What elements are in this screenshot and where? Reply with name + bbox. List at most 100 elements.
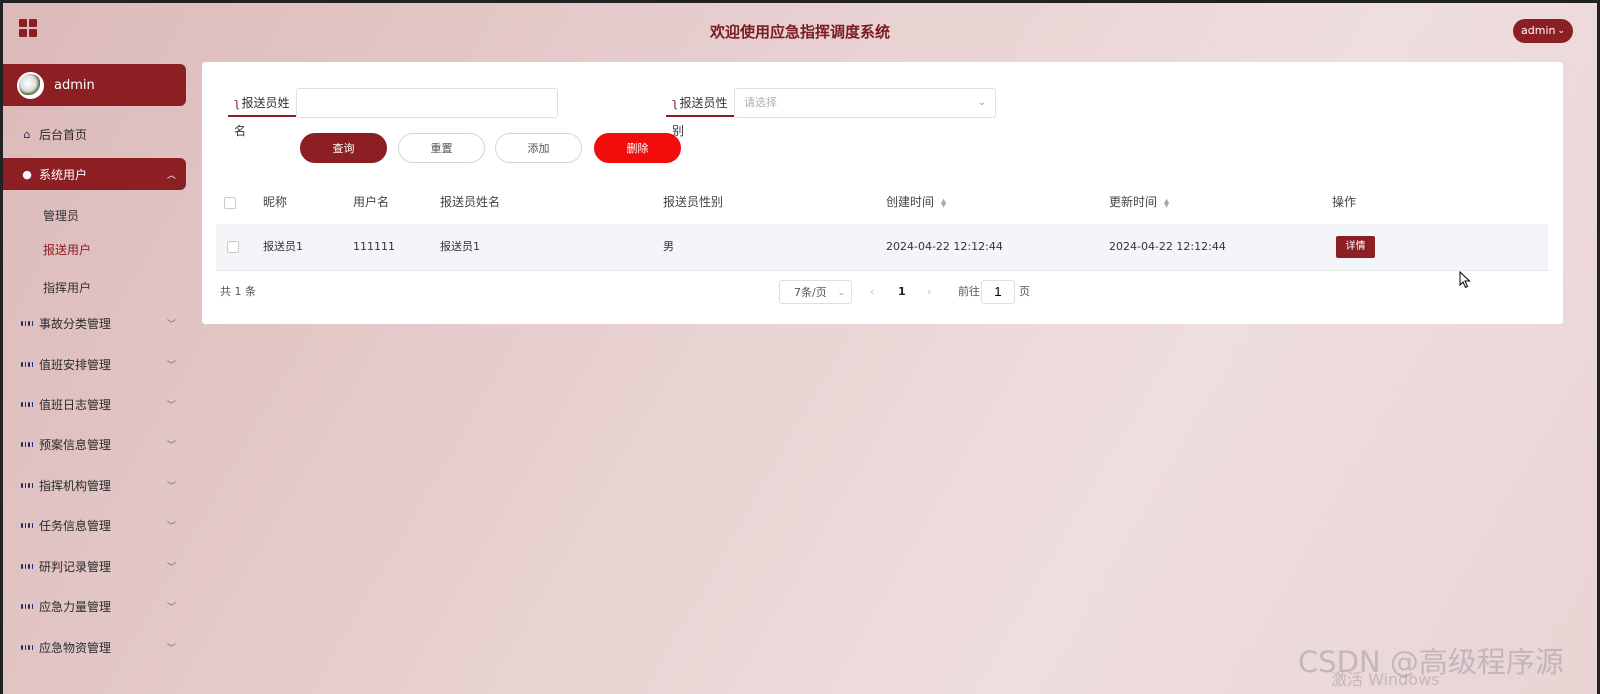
pagination: 共 1 条 7条/页 ⌄ ‹ 1 › 前往 页 xyxy=(216,280,1548,310)
profile-name: admin xyxy=(54,77,95,93)
goto-prefix: 前往 xyxy=(958,285,980,298)
next-page-icon[interactable]: › xyxy=(927,280,931,304)
label-text: 报送员性别 xyxy=(672,96,728,138)
detail-button[interactable]: 详情 xyxy=(1336,236,1375,258)
home-icon: ⌂ xyxy=(23,127,31,141)
page-size-select[interactable]: 7条/页 ⌄ xyxy=(779,280,852,304)
chevron-down-icon: ⌄ xyxy=(837,288,845,298)
chevron-up-icon: ︿ xyxy=(166,170,176,181)
user-icon: ● xyxy=(22,167,32,181)
grid-icon xyxy=(21,438,33,450)
chevron-down-icon: ﹀ xyxy=(166,562,176,573)
pen-icon: ʅ xyxy=(234,96,240,110)
sidebar-profile[interactable]: admin xyxy=(3,64,186,106)
table-row[interactable]: 报送员1 111111 报送员1 男 2024-04-22 12:12:44 2… xyxy=(216,224,1548,271)
row-checkbox[interactable] xyxy=(227,241,239,253)
column-header: 报送员姓名 xyxy=(440,195,501,209)
cell-nickname: 报送员1 xyxy=(263,240,303,253)
sidebar-item-emergency-supplies[interactable]: 应急物资管理 ﹀ xyxy=(3,631,186,663)
sidebar-item-duty-schedule[interactable]: 值班安排管理 ﹀ xyxy=(3,348,186,380)
sort-icon[interactable]: ▲ ▼ xyxy=(941,197,946,208)
sidebar-item-label: 应急物资管理 xyxy=(39,640,112,655)
sidebar: admin ⌂ 后台首页 ● 系统用户 ︿ 管理员 报送用户 指挥用户 事故分类… xyxy=(3,63,186,694)
chevron-down-icon: ﹀ xyxy=(166,481,176,492)
name-filter-label: ʅ 报送员姓名 xyxy=(228,89,296,138)
add-button[interactable]: 添加 xyxy=(495,133,582,163)
sidebar-subitem-commander[interactable]: 指挥用户 xyxy=(43,279,91,299)
sidebar-item-task-info[interactable]: 任务信息管理 ﹀ xyxy=(3,509,186,541)
grid-icon xyxy=(21,479,33,491)
select-all-checkbox[interactable] xyxy=(224,197,236,209)
sidebar-item-label: 预案信息管理 xyxy=(39,437,112,452)
pen-icon: ʅ xyxy=(672,96,678,110)
sidebar-item-label: 应急力量管理 xyxy=(39,599,112,614)
sidebar-item-accident-category[interactable]: 事故分类管理 ﹀ xyxy=(3,307,186,339)
query-button[interactable]: 查询 xyxy=(300,133,387,163)
gender-filter-label: ʅ 报送员性别 xyxy=(666,89,734,138)
chevron-down-icon: ﹀ xyxy=(166,400,176,411)
sidebar-item-label: 系统用户 xyxy=(39,167,88,182)
chevron-down-icon: ﹀ xyxy=(166,319,176,330)
top-bar: 欢迎使用应急指挥调度系统 admin ⌄ xyxy=(3,3,1597,59)
sidebar-item-label: 指挥机构管理 xyxy=(39,478,112,493)
chevron-down-icon: ⌄ xyxy=(1557,26,1566,36)
delete-button[interactable]: 删除 xyxy=(594,133,681,163)
avatar xyxy=(17,71,44,99)
column-header: 操作 xyxy=(1332,195,1357,209)
grid-icon xyxy=(21,358,33,370)
chevron-down-icon: ⌄ xyxy=(977,97,986,108)
sidebar-subitem-reporter[interactable]: 报送用户 xyxy=(43,241,91,261)
cell-gender: 男 xyxy=(663,240,674,253)
sidebar-item-system-users[interactable]: ● 系统用户 ︿ xyxy=(3,158,186,190)
reset-button[interactable]: 重置 xyxy=(398,133,485,163)
column-header: 报送员性别 xyxy=(663,195,724,209)
app-title: 欢迎使用应急指挥调度系统 xyxy=(709,23,890,41)
activate-windows-watermark: 激活 Windows xyxy=(1331,670,1440,689)
sidebar-item-duty-log[interactable]: 值班日志管理 ﹀ xyxy=(3,388,186,420)
sidebar-item-plan-info[interactable]: 预案信息管理 ﹀ xyxy=(3,428,186,460)
column-header-label: 更新时间 xyxy=(1109,195,1158,209)
total-count: 共 1 条 xyxy=(220,285,256,298)
select-placeholder: 请选择 xyxy=(744,96,777,109)
prev-page-icon[interactable]: ‹ xyxy=(870,280,874,304)
column-header-updated[interactable]: 更新时间 ▲ ▼ xyxy=(1109,188,1169,224)
cell-username: 111111 xyxy=(353,240,395,253)
name-filter-input[interactable] xyxy=(296,88,558,118)
grid-icon xyxy=(21,560,33,572)
chevron-down-icon: ﹀ xyxy=(166,440,176,451)
chevron-down-icon: ﹀ xyxy=(166,521,176,532)
label-text: 报送员姓名 xyxy=(234,96,290,138)
user-name: admin xyxy=(1521,24,1556,37)
column-header: 用户名 xyxy=(353,195,390,209)
grid-icon xyxy=(21,600,33,612)
sidebar-item-command-org[interactable]: 指挥机构管理 ﹀ xyxy=(3,469,186,501)
chevron-down-icon: ﹀ xyxy=(166,643,176,654)
page-number-current[interactable]: 1 xyxy=(898,280,906,304)
sidebar-subitem-admin[interactable]: 管理员 xyxy=(43,207,79,227)
table-header: 昵称 用户名 报送员姓名 报送员性别 创建时间 ▲ ▼ 更新时间 ▲ ▼ 操作 xyxy=(216,188,1548,224)
goto-suffix: 页 xyxy=(1019,285,1030,298)
gender-filter-select[interactable]: 请选择 ⌄ xyxy=(734,88,996,118)
sidebar-item-judgment-record[interactable]: 研判记录管理 ﹀ xyxy=(3,550,186,582)
sidebar-item-label: 任务信息管理 xyxy=(39,518,112,533)
sort-icon[interactable]: ▲ ▼ xyxy=(1164,197,1169,208)
grid-icon xyxy=(21,519,33,531)
cell-updated: 2024-04-22 12:12:44 xyxy=(1109,240,1226,253)
sidebar-item-emergency-force[interactable]: 应急力量管理 ﹀ xyxy=(3,590,186,622)
column-header-created[interactable]: 创建时间 ▲ ▼ xyxy=(886,188,946,224)
grid-icon xyxy=(21,317,33,329)
goto-page-input[interactable] xyxy=(981,280,1015,304)
main-panel: ʅ 报送员姓名 ʅ 报送员性别 请选择 ⌄ 查询 重置 添加 删除 昵称 用户名 报… xyxy=(202,62,1563,324)
sidebar-item-home[interactable]: ⌂ 后台首页 xyxy=(3,118,186,150)
grid-icon xyxy=(21,641,33,653)
page-size-value: 7条/页 xyxy=(794,286,827,299)
user-menu-button[interactable]: admin ⌄ xyxy=(1513,19,1574,43)
sidebar-item-label: 值班安排管理 xyxy=(39,357,112,372)
mouse-cursor-icon xyxy=(1459,271,1471,289)
sidebar-item-label: 事故分类管理 xyxy=(39,316,112,331)
cell-name: 报送员1 xyxy=(440,240,480,253)
sidebar-item-label: 后台首页 xyxy=(39,127,88,142)
grid-icon xyxy=(21,398,33,410)
sidebar-item-label: 值班日志管理 xyxy=(39,397,112,412)
chevron-down-icon: ﹀ xyxy=(166,360,176,371)
